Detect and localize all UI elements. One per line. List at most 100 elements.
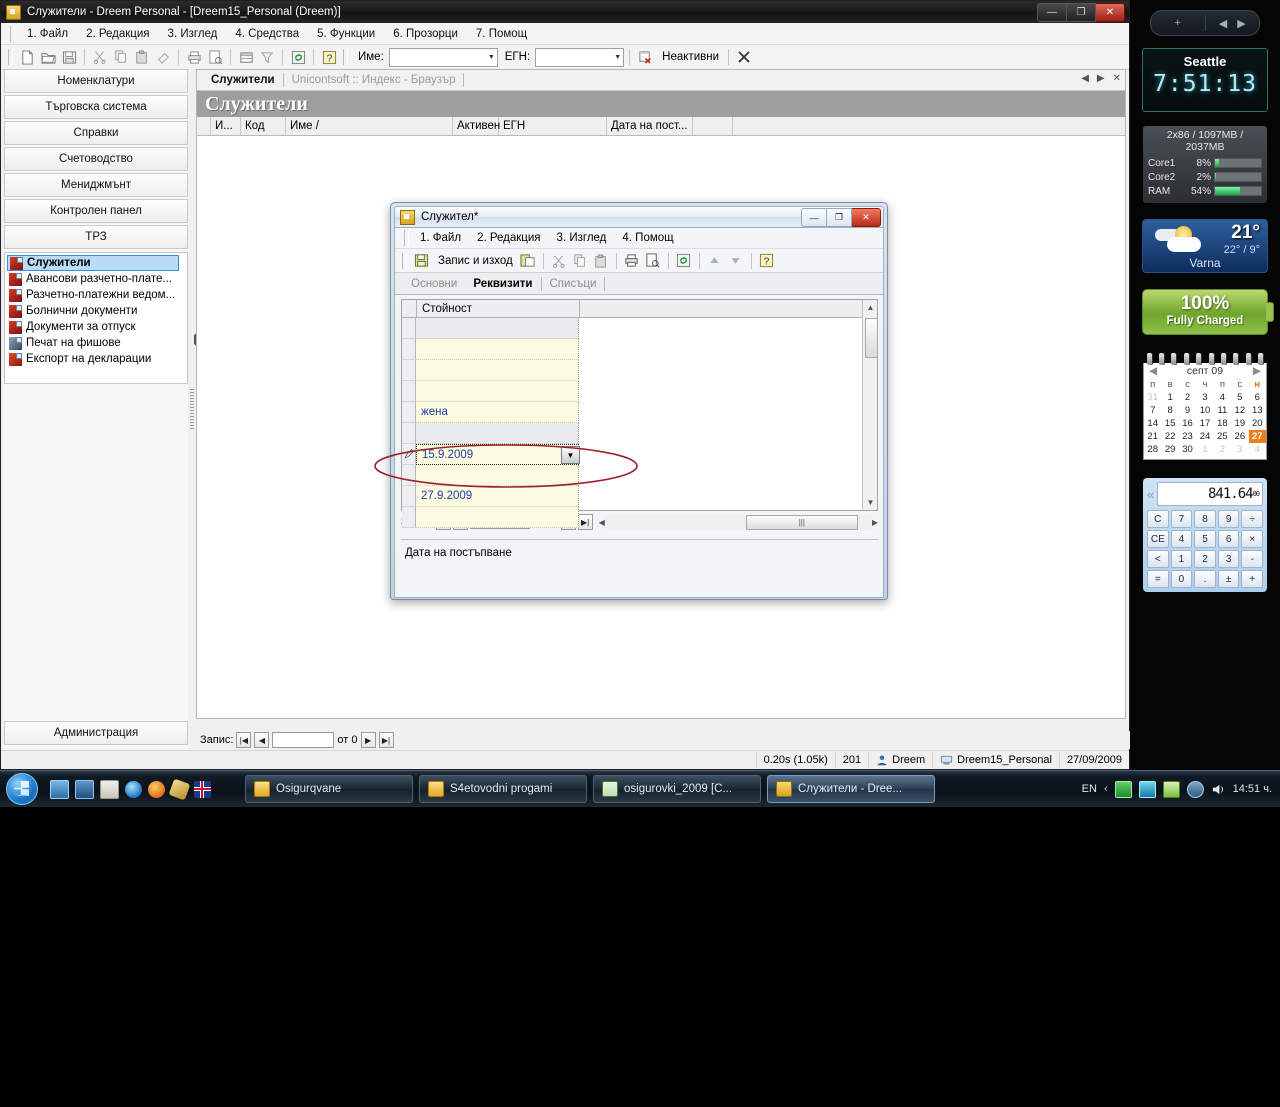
calendar-next-icon[interactable]: ▶ — [1253, 365, 1261, 377]
calendar-day[interactable]: 4 — [1249, 443, 1266, 456]
sidebar-item-sick-documents[interactable]: Болнични документи — [7, 303, 187, 319]
column-header-name[interactable]: Име / — [286, 117, 453, 135]
tab-employees[interactable]: Служители — [203, 74, 283, 86]
media-player-icon[interactable] — [100, 779, 119, 799]
network-icon[interactable] — [1186, 780, 1204, 798]
column-header-value[interactable]: Стойност — [417, 300, 580, 317]
menu-help[interactable]: 7. Помощ — [467, 26, 536, 42]
calendar-day[interactable]: 8 — [1161, 404, 1178, 417]
dialog-menu-edit[interactable]: 2. Редакция — [469, 230, 548, 246]
calendar-day[interactable]: 1 — [1196, 443, 1213, 456]
calendar-day[interactable]: 29 — [1161, 443, 1178, 456]
nav-group-control-panel[interactable]: Контролен панел — [4, 199, 188, 223]
chevron-down-icon[interactable]: ▼ — [488, 54, 495, 61]
calendar-widget[interactable]: ◀ септ 09 ▶ п в с ч п с н 31 1 2 3 4 5 6… — [1143, 353, 1267, 460]
cell-value[interactable] — [416, 360, 579, 381]
taskbar-item-sluzhiteli-dreem[interactable]: Служители - Dree... — [767, 775, 935, 803]
cell-value-gender[interactable]: жена — [416, 402, 579, 423]
nav-group-trade-system[interactable]: Търговска система — [4, 95, 188, 119]
taskbar-item-osigurqvane[interactable]: Osigurqvane — [245, 775, 413, 803]
calc-key-0[interactable]: 0 — [1170, 570, 1193, 588]
calendar-day[interactable]: 26 — [1231, 430, 1248, 443]
name-filter-input[interactable]: ▼ — [388, 47, 498, 67]
record-number-input[interactable] — [272, 732, 335, 748]
column-header-extra[interactable] — [693, 117, 733, 135]
calc-key-9[interactable]: 9 — [1217, 510, 1240, 528]
scroll-up-icon[interactable]: ▲ — [863, 300, 878, 315]
table-row[interactable] — [402, 360, 877, 381]
calendar-day[interactable]: 19 — [1231, 417, 1248, 430]
record-next-button[interactable]: ▶ — [360, 732, 376, 748]
sidebar-item-print-payslips[interactable]: Печат на фишове — [7, 335, 187, 351]
calendar-day[interactable]: 2 — [1179, 391, 1196, 404]
toolbar-grip[interactable] — [8, 49, 13, 65]
calendar-day[interactable]: 24 — [1196, 430, 1213, 443]
hscroll-thumb[interactable]: ||| — [745, 515, 858, 530]
calendar-day[interactable]: 18 — [1214, 417, 1231, 430]
firefox-icon[interactable] — [148, 780, 165, 798]
dialog-minimize-button[interactable]: — — [801, 208, 827, 227]
calendar-day[interactable]: 9 — [1179, 404, 1196, 417]
calendar-day[interactable]: 14 — [1144, 417, 1161, 430]
taskbar-item-s4etovodni-progami[interactable]: S4etovodni progami — [419, 775, 587, 803]
dialog-menu-help[interactable]: 4. Помощ — [614, 230, 681, 246]
hscroll-track[interactable]: ||| — [604, 515, 872, 530]
calendar-day[interactable]: 15 — [1161, 417, 1178, 430]
menu-functions[interactable]: 5. Функции — [308, 26, 384, 42]
calc-key-multiply[interactable]: × — [1241, 530, 1263, 548]
cell-value[interactable] — [416, 339, 579, 360]
save-and-exit-button[interactable]: Запис и изход — [438, 255, 513, 267]
calendar-day[interactable]: 16 — [1179, 417, 1196, 430]
calendar-day[interactable]: 21 — [1144, 430, 1161, 443]
calendar-prev-icon[interactable]: ◀ — [1149, 365, 1157, 377]
toolbar-grip-2[interactable] — [343, 49, 348, 65]
nav-group-trz[interactable]: ТРЗ — [4, 225, 188, 249]
column-header-code[interactable]: Код — [241, 117, 286, 135]
row-selector[interactable] — [402, 507, 416, 528]
table-row-current[interactable]: 15.9.2009 ▼ — [402, 444, 877, 465]
tab-lists[interactable]: Списъци — [542, 278, 605, 290]
dialog-close-button[interactable]: ✕ — [852, 208, 881, 227]
weather-widget[interactable]: 21° 22° / 9° Varna — [1142, 219, 1268, 273]
tray-clock[interactable]: 14:51 ч. — [1233, 783, 1272, 795]
splitter-grip[interactable] — [190, 389, 194, 429]
calc-key-1[interactable]: 1 — [1170, 550, 1193, 568]
dialog-maximize-button[interactable]: ❐ — [827, 208, 852, 227]
calendar-day[interactable]: 1 — [1161, 391, 1178, 404]
tray-language-indicator[interactable]: EN — [1082, 783, 1097, 795]
tray-expand-chevron-icon[interactable]: ‹ — [1104, 783, 1108, 795]
battery-widget[interactable]: 100% Fully Charged — [1142, 289, 1274, 335]
battery-icon[interactable] — [1162, 780, 1180, 798]
save-copy-icon[interactable] — [518, 251, 538, 271]
column-header-active[interactable]: Активен — [453, 117, 500, 135]
inactive-filter-label[interactable]: Неактивни — [662, 51, 719, 63]
calc-key-plusminus[interactable]: ± — [1217, 570, 1240, 588]
cell-value[interactable] — [416, 507, 579, 528]
table-row[interactable] — [402, 381, 877, 402]
calc-key-8[interactable]: 8 — [1194, 510, 1216, 528]
calc-key-divide[interactable]: ÷ — [1241, 510, 1263, 528]
dock-next-icon[interactable]: ▶ — [1237, 17, 1245, 30]
calc-key-5[interactable]: 5 — [1194, 530, 1216, 548]
menu-file[interactable]: 1. Файл — [18, 26, 77, 42]
sidebar-item-employees[interactable]: Служители — [7, 255, 179, 271]
table-row[interactable] — [402, 423, 877, 444]
calendar-day[interactable]: 6 — [1249, 391, 1266, 404]
close-button[interactable]: ✕ — [1096, 3, 1125, 22]
cell-value-start-date[interactable]: 15.9.2009 — [416, 444, 579, 465]
help-icon[interactable]: ? — [757, 251, 777, 271]
calc-key-decimal[interactable]: . — [1194, 570, 1216, 588]
dialog-titlebar[interactable]: Служител* — ❐ ✕ — [394, 206, 884, 228]
menu-edit[interactable]: 2. Редакция — [77, 26, 158, 42]
table-row[interactable]: жена — [402, 402, 877, 423]
menu-tools[interactable]: 4. Средства — [226, 26, 308, 42]
nav-group-management[interactable]: Мениджмънт — [4, 173, 188, 197]
refresh-icon[interactable] — [674, 251, 694, 271]
sidebar-item-payroll-sheets[interactable]: Разчетно-платежни ведом... — [7, 287, 187, 303]
cell-value[interactable] — [416, 381, 579, 402]
tab-close-icon[interactable]: ✕ — [1113, 73, 1121, 84]
calendar-day[interactable]: 5 — [1231, 391, 1248, 404]
record-prev-button[interactable]: ◀ — [254, 732, 270, 748]
calendar-day[interactable]: 31 — [1144, 391, 1161, 404]
row-selector[interactable] — [402, 465, 416, 486]
